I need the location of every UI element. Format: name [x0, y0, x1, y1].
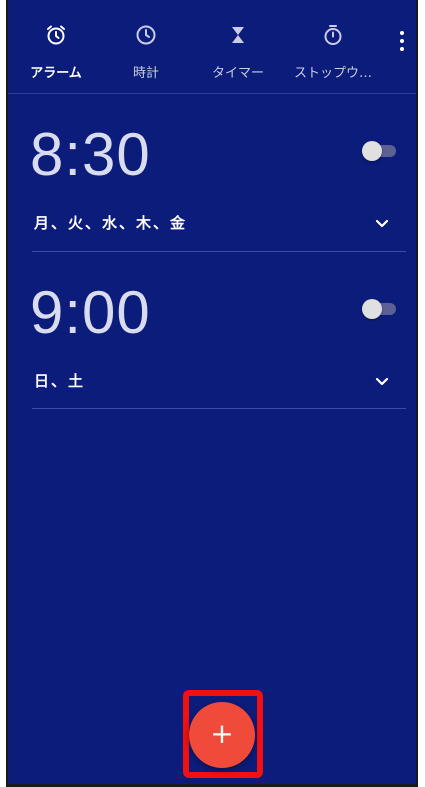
- tab-clock[interactable]: 時計: [106, 0, 186, 94]
- tab-alarm[interactable]: アラーム: [16, 0, 96, 94]
- alarm-time[interactable]: 9:00: [30, 278, 151, 347]
- toggle-knob: [362, 299, 382, 319]
- chevron-down-icon[interactable]: [372, 214, 392, 234]
- add-icon: +: [210, 717, 234, 750]
- tab-timer[interactable]: タイマー: [198, 0, 278, 94]
- alarm-time[interactable]: 8:30: [30, 120, 151, 189]
- stopwatch-icon: [324, 25, 342, 45]
- tab-timer-label: タイマー: [211, 66, 264, 81]
- alarm-divider: [32, 251, 406, 252]
- alarm-divider: [32, 408, 406, 409]
- add-alarm-button[interactable]: +: [189, 702, 255, 768]
- alarm-item[interactable]: 9:00 日、土: [8, 254, 416, 414]
- device-frame-right: [416, 0, 418, 787]
- hourglass-icon: [232, 27, 244, 43]
- tab-alarm-label: アラーム: [30, 66, 82, 81]
- toggle-knob: [362, 141, 382, 161]
- clock-icon: [136, 25, 156, 45]
- alarm-days: 日、土: [34, 372, 86, 390]
- clock-app-screen: アラーム 時計 タイマー ストップウ… 8:30 月、火、水、木、金 9:00 …: [8, 0, 416, 787]
- alarm-toggle[interactable]: [360, 296, 400, 322]
- tab-clock-label: 時計: [132, 66, 159, 81]
- tab-stopwatch[interactable]: ストップウ…: [288, 0, 378, 94]
- tab-bar: アラーム 時計 タイマー ストップウ…: [8, 0, 416, 94]
- alarm-item[interactable]: 8:30 月、火、水、木、金: [8, 94, 416, 254]
- alarm-toggle[interactable]: [360, 138, 400, 164]
- alarm-icon: [47, 25, 65, 45]
- alarm-days: 月、火、水、木、金: [34, 214, 188, 232]
- chevron-down-icon[interactable]: [372, 372, 392, 392]
- more-options-icon[interactable]: [392, 28, 412, 54]
- tab-stopwatch-label: ストップウ…: [293, 66, 372, 81]
